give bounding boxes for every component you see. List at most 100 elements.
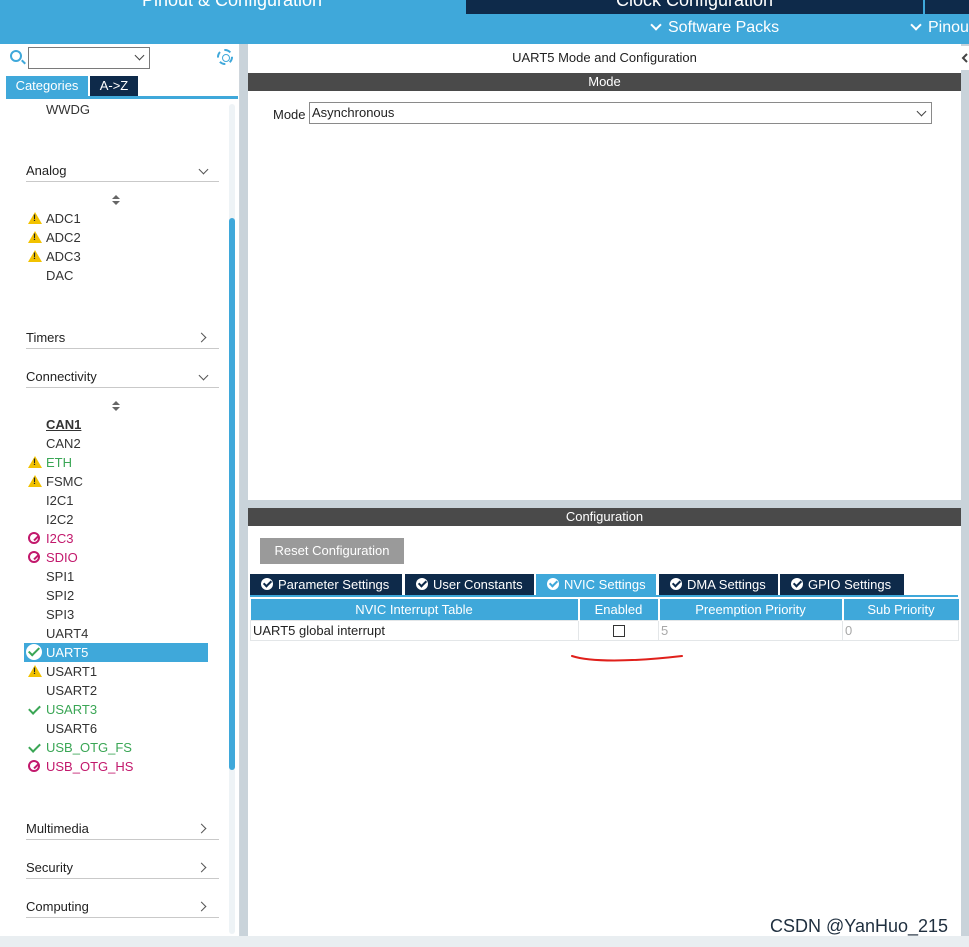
sort-icon[interactable] (112, 401, 120, 413)
list-item-i2c2[interactable]: I2C2 (46, 510, 73, 529)
tab-user-constants[interactable]: User Constants (405, 574, 534, 595)
list-item-usart3[interactable]: USART3 (46, 700, 97, 719)
tab-a-z[interactable]: A->Z (90, 76, 138, 96)
enabled-checkbox[interactable] (612, 625, 625, 638)
chevron-down-icon (910, 19, 922, 31)
tab-extra[interactable] (925, 0, 969, 14)
mode-select[interactable]: Asynchronous (309, 102, 932, 124)
list-item[interactable]: WWDG (46, 100, 90, 119)
pinout-menu-label: Pinou (928, 19, 969, 36)
list-item-usart6[interactable]: USART6 (46, 719, 97, 738)
sort-icon[interactable] (112, 195, 120, 207)
configuration-section-header: Configuration (248, 508, 961, 526)
list-item-can1[interactable]: CAN1 (46, 415, 81, 434)
tab-label: NVIC Settings (564, 577, 646, 592)
warning-icon (28, 665, 42, 677)
column-header-sub-priority[interactable]: Sub Priority (842, 599, 959, 620)
enabled-cell (578, 619, 659, 641)
list-item-spi1[interactable]: SPI1 (46, 567, 74, 586)
list-item-spi3[interactable]: SPI3 (46, 605, 74, 624)
category-label: Timers (26, 330, 66, 345)
collapse-arrow-icon[interactable] (961, 46, 969, 70)
tabs-underline (6, 96, 238, 99)
chevron-right-icon (196, 901, 207, 912)
interrupt-name-cell: UART5 global interrupt (250, 619, 579, 641)
search-input[interactable] (28, 47, 150, 69)
chevron-down-icon (198, 164, 209, 175)
category-label: Connectivity (26, 369, 97, 384)
check-icon (28, 741, 42, 754)
warning-icon (28, 231, 42, 243)
tab-parameter-settings[interactable]: Parameter Settings (250, 574, 402, 595)
chevron-down-icon (198, 370, 209, 381)
software-packs-menu[interactable]: Software Packs (650, 19, 780, 37)
list-item-sdio[interactable]: SDIO (28, 548, 78, 567)
page-title: UART5 Mode and Configuration (512, 50, 697, 65)
tab-clock-configuration[interactable]: Clock Configuration (466, 0, 923, 14)
category-label: Computing (26, 899, 89, 914)
category-label: Analog (26, 163, 67, 178)
category-timers[interactable]: Timers (26, 327, 219, 349)
tab-label: Parameter Settings (278, 577, 390, 592)
reset-configuration-button[interactable]: Reset Configuration (260, 538, 404, 564)
check-circle-icon (261, 578, 273, 590)
blocked-icon (28, 760, 40, 772)
check-circle-icon (547, 578, 559, 590)
tab-label: User Constants (433, 577, 523, 592)
list-item-usart2[interactable]: USART2 (46, 681, 97, 700)
warning-icon (28, 456, 42, 468)
preemption-priority-cell[interactable]: 5 (658, 619, 843, 641)
nvic-table: NVIC Interrupt Table Enabled Preemption … (250, 599, 959, 641)
check-circle-icon (416, 578, 428, 590)
list-item-usb-otg-hs[interactable]: USB_OTG_HS (28, 757, 133, 776)
mode-label: Mode (273, 107, 306, 122)
item-label: USART1 (46, 664, 98, 679)
blocked-icon (28, 532, 40, 544)
item-label: USB_OTG_FS (46, 740, 132, 755)
tab-nvic-settings[interactable]: NVIC Settings (536, 574, 656, 595)
category-computing[interactable]: Computing (26, 896, 219, 918)
search-icon[interactable] (10, 50, 22, 62)
list-item-adc3[interactable]: ADC3 (28, 247, 81, 266)
list-item-usart1[interactable]: USART1 (28, 662, 98, 681)
red-annotation-underline (571, 655, 683, 662)
list-item-adc2[interactable]: ADC2 (28, 228, 81, 247)
gear-icon[interactable] (217, 49, 233, 65)
list-item-usb-otg-fs[interactable]: USB_OTG_FS (46, 738, 132, 757)
list-item-dac[interactable]: DAC (46, 266, 73, 285)
category-security[interactable]: Security (26, 857, 219, 879)
panel-splitter[interactable] (240, 44, 248, 936)
column-header-enabled[interactable]: Enabled (578, 599, 660, 620)
tabs-underline (250, 595, 958, 597)
list-item-uart4[interactable]: UART4 (46, 624, 88, 643)
category-multimedia[interactable]: Multimedia (26, 818, 219, 840)
tab-dma-settings[interactable]: DMA Settings (659, 574, 778, 595)
status-strip (0, 936, 969, 947)
list-item-spi2[interactable]: SPI2 (46, 586, 74, 605)
list-item-i2c1[interactable]: I2C1 (46, 491, 73, 510)
software-packs-label: Software Packs (668, 19, 780, 36)
mode-select-value: Asynchronous (312, 105, 395, 120)
chevron-down-icon[interactable] (134, 50, 145, 61)
list-item-fsmc[interactable]: FSMC (28, 472, 83, 491)
list-item-uart5[interactable]: UART5 (24, 643, 208, 662)
category-connectivity[interactable]: Connectivity (26, 366, 219, 388)
chevron-down-icon[interactable] (916, 106, 927, 117)
table-row[interactable]: UART5 global interrupt 5 0 (250, 619, 959, 641)
list-item-adc1[interactable]: ADC1 (28, 209, 81, 228)
sub-priority-cell[interactable]: 0 (842, 619, 959, 641)
category-analog[interactable]: Analog (26, 160, 219, 182)
item-label: ADC3 (46, 249, 81, 264)
list-item-i2c3[interactable]: I2C3 (28, 529, 73, 548)
tab-gpio-settings[interactable]: GPIO Settings (780, 574, 904, 595)
tab-categories[interactable]: Categories (6, 76, 88, 96)
column-header-preemption[interactable]: Preemption Priority (658, 599, 844, 620)
item-label: ETH (46, 455, 72, 470)
pinout-menu[interactable]: Pinou (910, 19, 969, 37)
list-item-can2[interactable]: CAN2 (46, 434, 81, 453)
item-label: FSMC (46, 474, 83, 489)
tab-pinout-configuration[interactable]: Pinout & Configuration (0, 0, 464, 14)
category-panel: Categories A->Z WWDG Analog ADC1 ADC2 AD… (4, 44, 240, 936)
list-item-eth[interactable]: ETH (28, 453, 72, 472)
column-header-interrupt[interactable]: NVIC Interrupt Table (250, 599, 580, 620)
